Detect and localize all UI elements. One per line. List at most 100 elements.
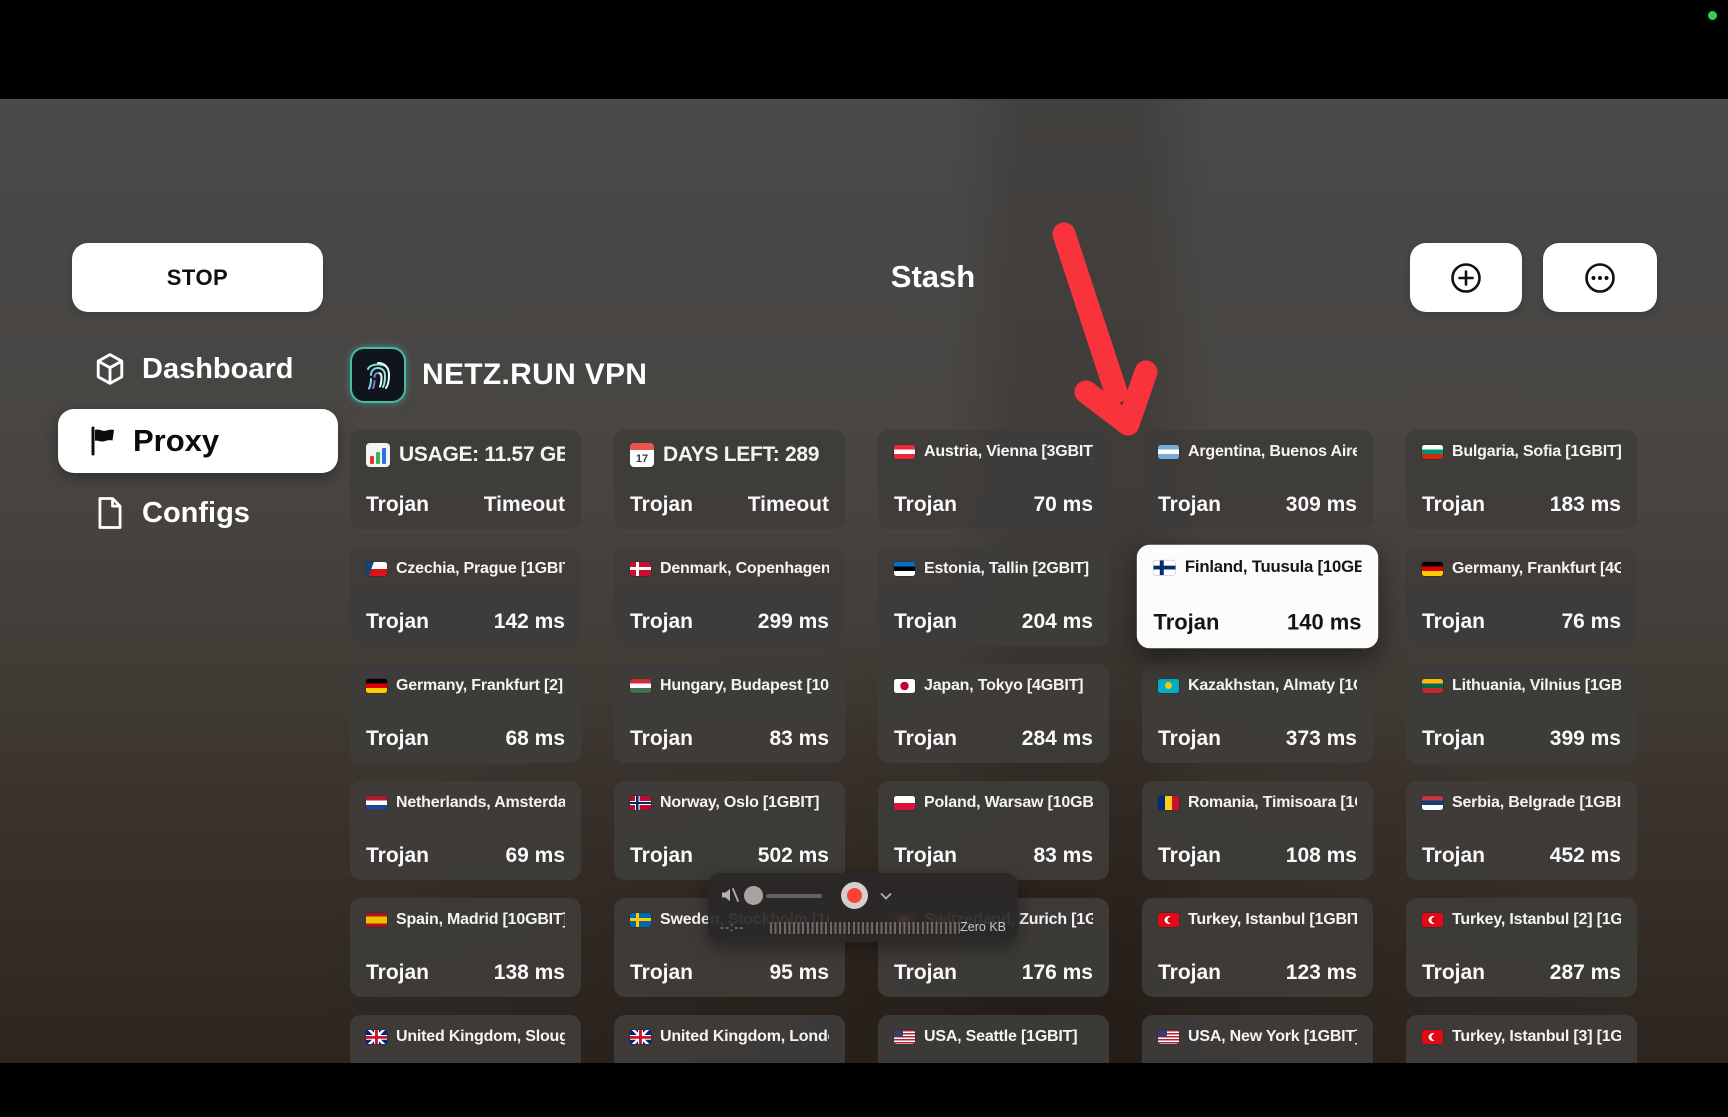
server-card-header: Finland, Tuusula [10GBIT] <box>1154 558 1362 577</box>
server-card[interactable]: Spain, Madrid [10GBIT] Trojan 138 ms <box>350 898 581 997</box>
server-latency: 299 ms <box>758 610 829 634</box>
server-card[interactable]: Germany, Frankfurt [2] [10... Trojan 68 … <box>350 664 581 763</box>
server-latency: 183 ms <box>1550 493 1621 517</box>
romania-flag-icon <box>1158 796 1179 810</box>
estonia-flag-icon <box>894 562 915 576</box>
server-card-header: Romania, Timisoara [1GBIT] <box>1158 794 1357 812</box>
server-card[interactable]: Lithuania, Vilnius [1GBIT] Trojan 399 ms <box>1406 664 1637 763</box>
calendar-icon: 17 <box>630 443 654 467</box>
server-card-header: Argentina, Buenos Aires [2... <box>1158 443 1357 461</box>
server-card-header: Estonia, Tallin [2GBIT] <box>894 560 1093 578</box>
server-card[interactable]: Poland, Warsaw [10GBIT] Trojan 83 ms <box>878 781 1109 880</box>
server-card-footer: Trojan 502 ms <box>630 844 829 868</box>
volume-slider-knob[interactable] <box>744 886 763 905</box>
sidebar-item-label: Proxy <box>133 423 219 459</box>
screen-recording-widget: --:-- Zero KB <box>708 873 1018 942</box>
server-card[interactable]: Czechia, Prague [1GBIT] Trojan 142 ms <box>350 547 581 646</box>
server-card-footer: Trojan 287 ms <box>1422 961 1621 985</box>
document-icon <box>94 496 126 530</box>
server-title: Czechia, Prague [1GBIT] <box>396 560 565 578</box>
server-card-header: Germany, Frankfurt [4GBIT] <box>1422 560 1621 578</box>
server-card[interactable]: 17 DAYS LEFT: 289 Trojan Timeout <box>614 430 845 529</box>
server-title: United Kingdom, London [... <box>660 1028 829 1046</box>
server-card-footer: Trojan 76 ms <box>1422 610 1621 634</box>
stop-button[interactable]: STOP <box>72 243 323 312</box>
add-button[interactable] <box>1410 243 1522 312</box>
server-latency: 287 ms <box>1550 961 1621 985</box>
server-card[interactable]: Denmark, Copenhagen [3... Trojan 299 ms <box>614 547 845 646</box>
argentina-flag-icon <box>1158 445 1179 459</box>
volume-slider-track[interactable] <box>766 894 822 898</box>
turkey-flag-icon <box>1422 913 1443 927</box>
server-card-footer: Trojan 373 ms <box>1158 727 1357 751</box>
server-title: Japan, Tokyo [4GBIT] <box>924 677 1083 695</box>
audio-level-meter <box>770 922 960 934</box>
server-card[interactable]: Argentina, Buenos Aires [2... Trojan 309… <box>1142 430 1373 529</box>
server-latency: 452 ms <box>1550 844 1621 868</box>
united-kingdom-flag-icon <box>630 1030 651 1044</box>
sidebar-item-proxy[interactable]: Proxy <box>58 409 338 473</box>
server-card[interactable]: Serbia, Belgrade [1GBIT] Trojan 452 ms <box>1406 781 1637 880</box>
server-latency: 140 ms <box>1287 611 1361 636</box>
serbia-flag-icon <box>1422 796 1443 810</box>
server-title: Argentina, Buenos Aires [2... <box>1188 443 1357 461</box>
server-title: Kazakhstan, Almaty [1GBIT] <box>1188 677 1357 695</box>
sidebar-item-configs[interactable]: Configs <box>94 493 250 533</box>
muted-speaker-icon[interactable] <box>720 886 740 904</box>
server-protocol: Trojan <box>1158 844 1221 868</box>
server-protocol: Trojan <box>894 610 957 634</box>
server-title: Lithuania, Vilnius [1GBIT] <box>1452 677 1621 695</box>
more-button[interactable] <box>1543 243 1657 312</box>
server-title: Austria, Vienna [3GBIT] <box>924 443 1093 461</box>
server-title: USAGE: 11.57 GB <box>399 443 565 467</box>
netherlands-flag-icon <box>366 796 387 810</box>
server-card[interactable]: Norway, Oslo [1GBIT] Trojan 502 ms <box>614 781 845 880</box>
bulgaria-flag-icon <box>1422 445 1443 459</box>
sidebar-item-label: Dashboard <box>142 353 293 386</box>
server-card[interactable]: Kazakhstan, Almaty [1GBIT] Trojan 373 ms <box>1142 664 1373 763</box>
server-card-footer: Trojan 69 ms <box>366 844 565 868</box>
server-protocol: Trojan <box>630 961 693 985</box>
server-card[interactable]: Estonia, Tallin [2GBIT] Trojan 204 ms <box>878 547 1109 646</box>
norway-flag-icon <box>630 796 651 810</box>
server-card-header: 17 DAYS LEFT: 289 <box>630 443 829 467</box>
hungary-flag-icon <box>630 679 651 693</box>
server-latency: 70 ms <box>1033 493 1093 517</box>
server-card[interactable]: Austria, Vienna [3GBIT] Trojan 70 ms <box>878 430 1109 529</box>
server-card[interactable]: Turkey, Istanbul [1GBIT] Trojan 123 ms <box>1142 898 1373 997</box>
server-card[interactable]: Japan, Tokyo [4GBIT] Trojan 284 ms <box>878 664 1109 763</box>
server-protocol: Trojan <box>1158 961 1221 985</box>
server-title: Finland, Tuusula [10GBIT] <box>1185 558 1362 577</box>
server-latency: 108 ms <box>1286 844 1357 868</box>
chevron-down-icon[interactable] <box>878 888 894 904</box>
server-card-header: Norway, Oslo [1GBIT] <box>630 794 829 812</box>
server-title: Turkey, Istanbul [1GBIT] <box>1188 911 1357 929</box>
recording-time: --:-- <box>720 920 744 934</box>
sidebar-item-dashboard[interactable]: Dashboard <box>94 349 293 389</box>
server-card[interactable]: USAGE: 11.57 GB Trojan Timeout <box>350 430 581 529</box>
server-protocol: Trojan <box>894 493 957 517</box>
flag-icon <box>86 424 118 458</box>
server-title: Spain, Madrid [10GBIT] <box>396 911 565 929</box>
record-button[interactable] <box>841 882 868 909</box>
server-card-header: Spain, Madrid [10GBIT] <box>366 911 565 929</box>
server-card-footer: Trojan 83 ms <box>894 844 1093 868</box>
server-latency: 138 ms <box>494 961 565 985</box>
server-card[interactable]: Netherlands, Amsterdam [... Trojan 69 ms <box>350 781 581 880</box>
server-latency: Timeout <box>748 493 829 517</box>
server-card-header: Bulgaria, Sofia [1GBIT] <box>1422 443 1621 461</box>
ellipsis-circle-icon <box>1582 260 1618 296</box>
server-grid: USAGE: 11.57 GB Trojan Timeout 17 DAYS L… <box>350 430 1637 1114</box>
server-latency: 68 ms <box>505 727 565 751</box>
server-card-footer: Trojan 83 ms <box>630 727 829 751</box>
server-latency: 309 ms <box>1286 493 1357 517</box>
austria-flag-icon <box>894 445 915 459</box>
server-card[interactable]: Romania, Timisoara [1GBIT] Trojan 108 ms <box>1142 781 1373 880</box>
server-protocol: Trojan <box>1158 493 1221 517</box>
server-card[interactable]: Bulgaria, Sofia [1GBIT] Trojan 183 ms <box>1406 430 1637 529</box>
poland-flag-icon <box>894 796 915 810</box>
server-card[interactable]: Turkey, Istanbul [2] [1GBIT] Trojan 287 … <box>1406 898 1637 997</box>
server-card[interactable]: Finland, Tuusula [10GBIT] Trojan 140 ms <box>1137 545 1378 648</box>
server-card[interactable]: Germany, Frankfurt [4GBIT] Trojan 76 ms <box>1406 547 1637 646</box>
server-card[interactable]: Hungary, Budapest [10GBIT] Trojan 83 ms <box>614 664 845 763</box>
